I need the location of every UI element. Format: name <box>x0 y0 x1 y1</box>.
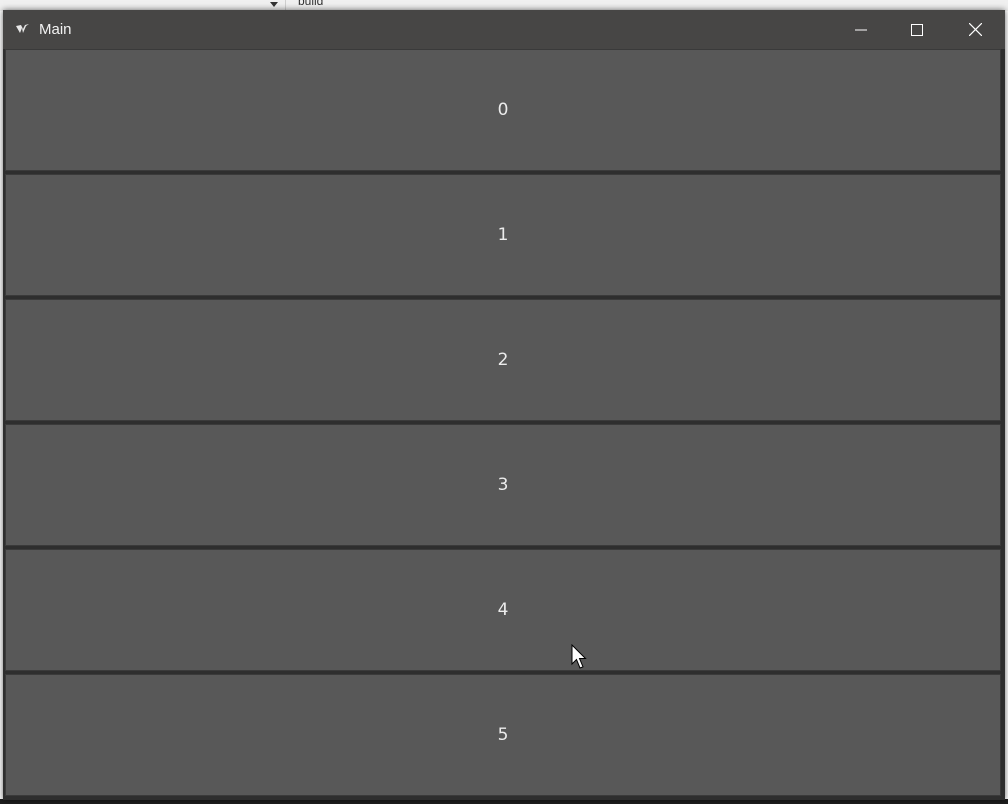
window-title: Main <box>39 21 72 38</box>
dropdown-arrow-icon <box>270 2 278 7</box>
kivy-icon <box>15 22 31 36</box>
button-3[interactable]: 3 <box>5 424 1001 546</box>
mouse-cursor-icon <box>571 644 587 669</box>
maximize-icon <box>911 23 923 36</box>
minimize-icon <box>855 29 867 30</box>
close-button[interactable] <box>947 10 1003 49</box>
title-bar[interactable]: Main <box>3 10 1005 49</box>
button-1[interactable]: 1 <box>5 174 1001 296</box>
button-5[interactable]: 5 <box>5 674 1001 796</box>
button-label: 0 <box>497 100 509 120</box>
button-label: 5 <box>497 725 509 745</box>
button-label: 1 <box>497 225 509 245</box>
button-list: 0 1 2 3 4 5 <box>3 49 1005 800</box>
close-icon <box>968 23 982 36</box>
button-0[interactable]: 0 <box>5 49 1001 171</box>
button-label: 2 <box>497 350 509 370</box>
button-label: 3 <box>497 475 509 495</box>
maximize-button[interactable] <box>889 10 945 49</box>
button-2[interactable]: 2 <box>5 299 1001 421</box>
folder-label: build <box>298 0 324 8</box>
button-label: 4 <box>497 600 509 620</box>
minimize-button[interactable] <box>833 10 889 49</box>
main-window: Main 0 1 2 3 4 5 <box>3 10 1005 800</box>
button-4[interactable]: 4 <box>5 549 1001 671</box>
